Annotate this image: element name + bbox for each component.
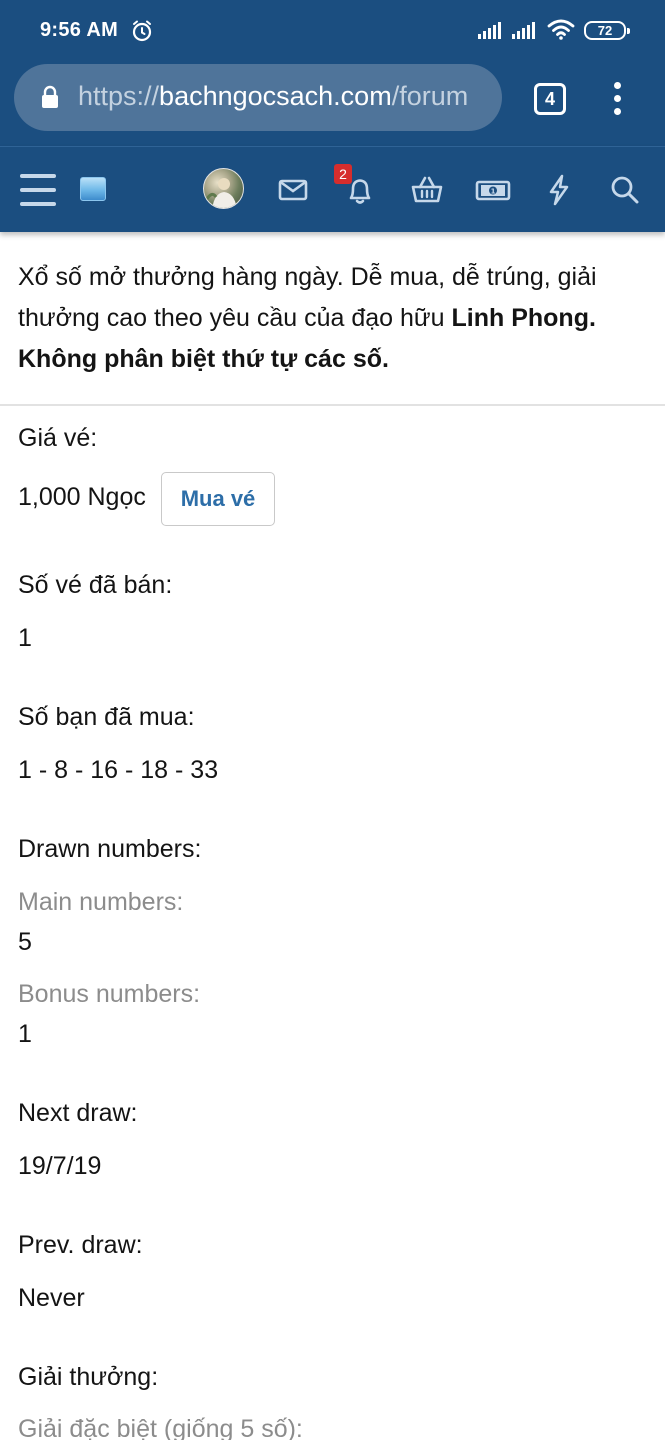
main-numbers-value: 5 [18,928,32,956]
lottery-description: Xổ số mở thưởng hàng ngày. Dễ mua, dễ tr… [0,232,665,404]
alarm-icon [132,20,152,42]
prizes-label: Giải thưởng: [18,1363,159,1391]
main-numbers-label: Main numbers: [18,888,184,916]
tab-switcher-button[interactable]: 4 [534,83,566,115]
tickets-sold-value: 1 [18,624,32,652]
site-logo-icon[interactable] [80,177,106,201]
battery-level: 72 [597,23,613,38]
url-path: /forum [391,81,469,111]
url-bar[interactable]: https://bachngocsach.com/forum [14,64,502,131]
url-host: bachngocsach.com [159,81,392,111]
url-scheme: https:// [78,81,160,111]
status-time: 9:56 AM [40,19,119,41]
signal-icon [512,22,535,39]
avatar[interactable] [203,168,244,209]
url-text[interactable]: https://bachngocsach.com/forum [78,81,493,112]
next-draw-value: 19/7/19 [18,1152,102,1180]
next-draw-label: Next draw: [18,1099,138,1127]
mail-icon[interactable] [274,171,312,209]
money-icon[interactable]: 1 [474,171,512,209]
status-bar: 9:56 AM 72 [0,0,665,62]
divider [0,404,665,406]
drawn-numbers-label: Drawn numbers: [18,835,202,863]
price-label: Giá vé: [18,424,98,452]
lightning-icon[interactable] [540,171,578,209]
prev-draw-value: Never [18,1284,85,1312]
signal-icon [478,22,501,39]
your-numbers-value: 1 - 8 - 16 - 18 - 33 [18,756,219,784]
buy-ticket-button[interactable]: Mua vé [161,472,275,526]
lottery-panel: Xổ số mở thưởng hàng ngày. Dễ mua, dễ tr… [0,232,665,1440]
special-prize-label: Giải đặc biệt (giống 5 số): [18,1415,303,1440]
browser-toolbar: https://bachngocsach.com/forum 4 [0,62,665,146]
price-value: 1,000 Ngọc [18,483,146,511]
lock-icon [42,85,58,108]
svg-text:1: 1 [491,188,496,196]
battery-icon: 72 [584,21,630,40]
hamburger-icon[interactable] [19,171,57,209]
wifi-icon [547,19,575,40]
bonus-numbers-value: 1 [18,1020,32,1048]
site-navigation: 2 1 [0,146,665,232]
prev-draw-label: Prev. draw: [18,1231,143,1259]
basket-icon[interactable] [408,171,446,209]
more-vert-icon[interactable] [605,80,629,118]
tickets-sold-label: Số vé đã bán: [18,571,173,599]
notification-count-badge: 2 [334,164,352,184]
bonus-numbers-label: Bonus numbers: [18,980,201,1008]
your-numbers-label: Số bạn đã mua: [18,703,195,731]
search-icon[interactable] [606,171,644,209]
